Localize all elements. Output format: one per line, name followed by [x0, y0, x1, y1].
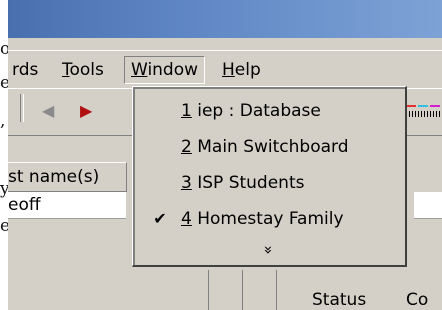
window-menu-item-iep-database[interactable]: 1 iep : Database [133, 95, 405, 127]
menu-item-label: ISP Students [191, 173, 305, 193]
title-bar[interactable] [8, 0, 442, 38]
menu-accelerator: 3 [181, 173, 192, 193]
icon-bar-cyan [418, 105, 428, 107]
header-cell[interactable] [242, 270, 277, 310]
menu-accelerator: 4 [181, 209, 192, 229]
status-right-text: Co [406, 290, 429, 310]
table-cell[interactable] [414, 192, 442, 219]
menu-window[interactable]: Window [124, 56, 206, 84]
menu-bar: rds Tools Window Help [8, 50, 442, 87]
column-header-first-name[interactable]: st name(s) [8, 162, 127, 192]
menu-tools[interactable]: Tools [62, 57, 104, 83]
window-menu-item-homestay-family[interactable]: ✔ 4 Homestay Family [133, 203, 405, 235]
header-cell[interactable] [208, 270, 243, 310]
window-menu-item-main-switchboard[interactable]: 2 Main Switchboard [133, 131, 405, 163]
toolbar-icon-group[interactable] [402, 101, 442, 123]
status-column-header[interactable]: Status [312, 290, 366, 310]
menu-records[interactable]: rds [12, 57, 38, 83]
document-glyph: , [0, 111, 6, 131]
menu-item-label: Homestay Family [191, 209, 344, 229]
menu-accelerator: 1 [181, 101, 192, 121]
first-name-cell[interactable]: eoff [8, 192, 126, 219]
expand-menu-glyph: » [260, 245, 278, 255]
application-window: rds Tools Window Help ◀ ▶ st name(s) eof… [8, 0, 442, 310]
menu-accelerator: 2 [181, 137, 192, 157]
menu-item-label: Main Switchboard [191, 137, 349, 157]
previous-record-icon[interactable]: ◀ [42, 103, 54, 119]
icon-bar-red [406, 105, 416, 107]
checkmark-icon: ✔ [153, 209, 167, 228]
window-menu-dropdown: 1 iep : Database 2 Main Switchboard 3 IS… [132, 86, 407, 267]
window-menu-item-isp-students[interactable]: 3 ISP Students [133, 167, 405, 199]
expand-menu-chevron-icon[interactable]: » [133, 241, 405, 259]
toolbar-separator [20, 94, 24, 122]
next-record-icon[interactable]: ▶ [80, 103, 92, 119]
menu-item-label: iep : Database [191, 101, 321, 121]
icon-bar-magenta [430, 105, 440, 107]
icon-bar-dotted [406, 111, 440, 117]
menu-help[interactable]: Help [222, 57, 261, 83]
document-background: o e , y e [0, 0, 10, 310]
